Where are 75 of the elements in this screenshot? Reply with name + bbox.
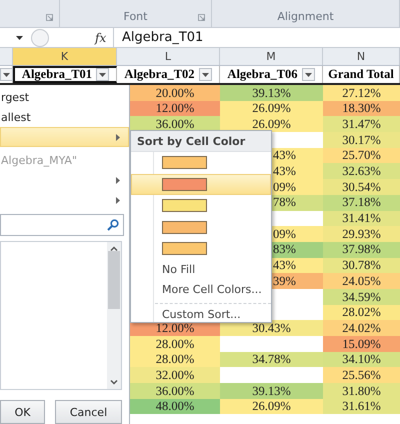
filter-button[interactable] <box>0 68 12 81</box>
table-cell: 37.18% <box>323 194 400 210</box>
search-field[interactable] <box>0 214 124 236</box>
table-cell: 31.41% <box>323 210 400 226</box>
cancel-button[interactable]: Cancel <box>55 400 122 424</box>
menu-item-label: allest <box>1 110 31 124</box>
field-header: Algebra_T01 <box>22 67 92 82</box>
scroll-down-icon <box>110 380 118 385</box>
table-cell: 34.59% <box>323 288 400 305</box>
table-cell: 24.02% <box>323 320 400 336</box>
column-header[interactable]: L <box>117 48 220 65</box>
filter-button[interactable] <box>198 68 212 81</box>
table-cell: 26.09% <box>220 116 323 132</box>
table-cell: 34.78% <box>220 352 323 368</box>
table-cell: 30.17% <box>323 132 400 148</box>
insert-function-button[interactable]: fx <box>95 30 113 44</box>
menu-item[interactable]: allest <box>0 107 129 127</box>
table-cell: 31.61% <box>323 398 400 414</box>
table-cell: 12.00% <box>130 100 220 116</box>
table-cell: 30.54% <box>323 179 400 195</box>
filter-button[interactable] <box>96 68 110 81</box>
filter-arrow-icon <box>2 72 10 76</box>
ok-button[interactable]: OK <box>0 400 45 424</box>
submenu-arrow-icon <box>116 197 120 204</box>
ribbon-group-label: Alignment <box>277 10 334 23</box>
scrollbar[interactable] <box>107 242 121 389</box>
table-cell: 29.93% <box>323 226 400 242</box>
table-cell: 31.47% <box>323 116 400 132</box>
table-cell: 18.30% <box>323 100 400 116</box>
table-cell: 30.43% <box>220 320 323 336</box>
table-cell: 36.00% <box>130 383 220 399</box>
table-cell: 39.13% <box>220 383 323 399</box>
menu-item-label: rgest <box>1 90 30 104</box>
table-cell: 31.80% <box>323 383 400 399</box>
scroll-up-icon <box>110 246 118 251</box>
table-cell: 24.05% <box>323 273 400 289</box>
filter-arrow-icon <box>202 72 209 76</box>
column-header[interactable]: K <box>13 48 117 65</box>
field-header: Algebra_T06 <box>227 67 298 82</box>
table-cell: 28.02% <box>323 304 400 320</box>
menu-item-label: Algebra_MYA" <box>1 154 78 168</box>
table-cell: 28.00% <box>130 352 220 368</box>
search-icon <box>107 218 119 231</box>
table-cell: 34.10% <box>323 352 400 368</box>
field-header: Algebra_T02 <box>124 67 195 82</box>
column-header[interactable]: M <box>220 48 323 65</box>
ribbon-group-label: Font <box>124 10 148 23</box>
table-cell: 20.00% <box>130 85 220 101</box>
formula-input-field[interactable]: Algebra_T01 <box>113 28 400 47</box>
color-menu-item[interactable] <box>131 174 271 195</box>
table-cell: 26.09% <box>220 100 323 116</box>
table-cell: 32.00% <box>130 367 220 384</box>
name-box-caret-icon[interactable] <box>16 36 23 40</box>
dialog-launcher-icon[interactable] <box>46 14 53 21</box>
submenu-arrow-icon <box>116 177 120 184</box>
filter-arrow-icon <box>304 72 312 76</box>
table-cell: 32.63% <box>323 163 400 180</box>
column-header[interactable]: N <box>323 48 400 65</box>
table-cell: 25.56% <box>323 367 400 384</box>
table-cell: 30.78% <box>323 258 400 274</box>
field-header: Grand Total <box>328 67 394 82</box>
table-cell: 26.09% <box>220 398 323 414</box>
table-cell: 48.00% <box>130 398 220 414</box>
menu-item[interactable]: rgest <box>0 87 129 107</box>
filter-arrow-icon <box>99 72 106 76</box>
filter-button[interactable] <box>302 68 315 81</box>
menu-heading: Sort by Cell Color <box>131 131 271 152</box>
submenu-arrow-icon <box>116 134 120 140</box>
table-cell: 37.98% <box>323 242 400 258</box>
table-cell: 28.00% <box>130 336 220 352</box>
table-cell: 15.09% <box>323 336 400 352</box>
table-cell: 39.13% <box>220 85 323 101</box>
dialog-launcher-icon[interactable] <box>198 14 205 21</box>
table-cell: 25.70% <box>323 148 400 164</box>
table-cell: 27.12% <box>323 85 400 101</box>
